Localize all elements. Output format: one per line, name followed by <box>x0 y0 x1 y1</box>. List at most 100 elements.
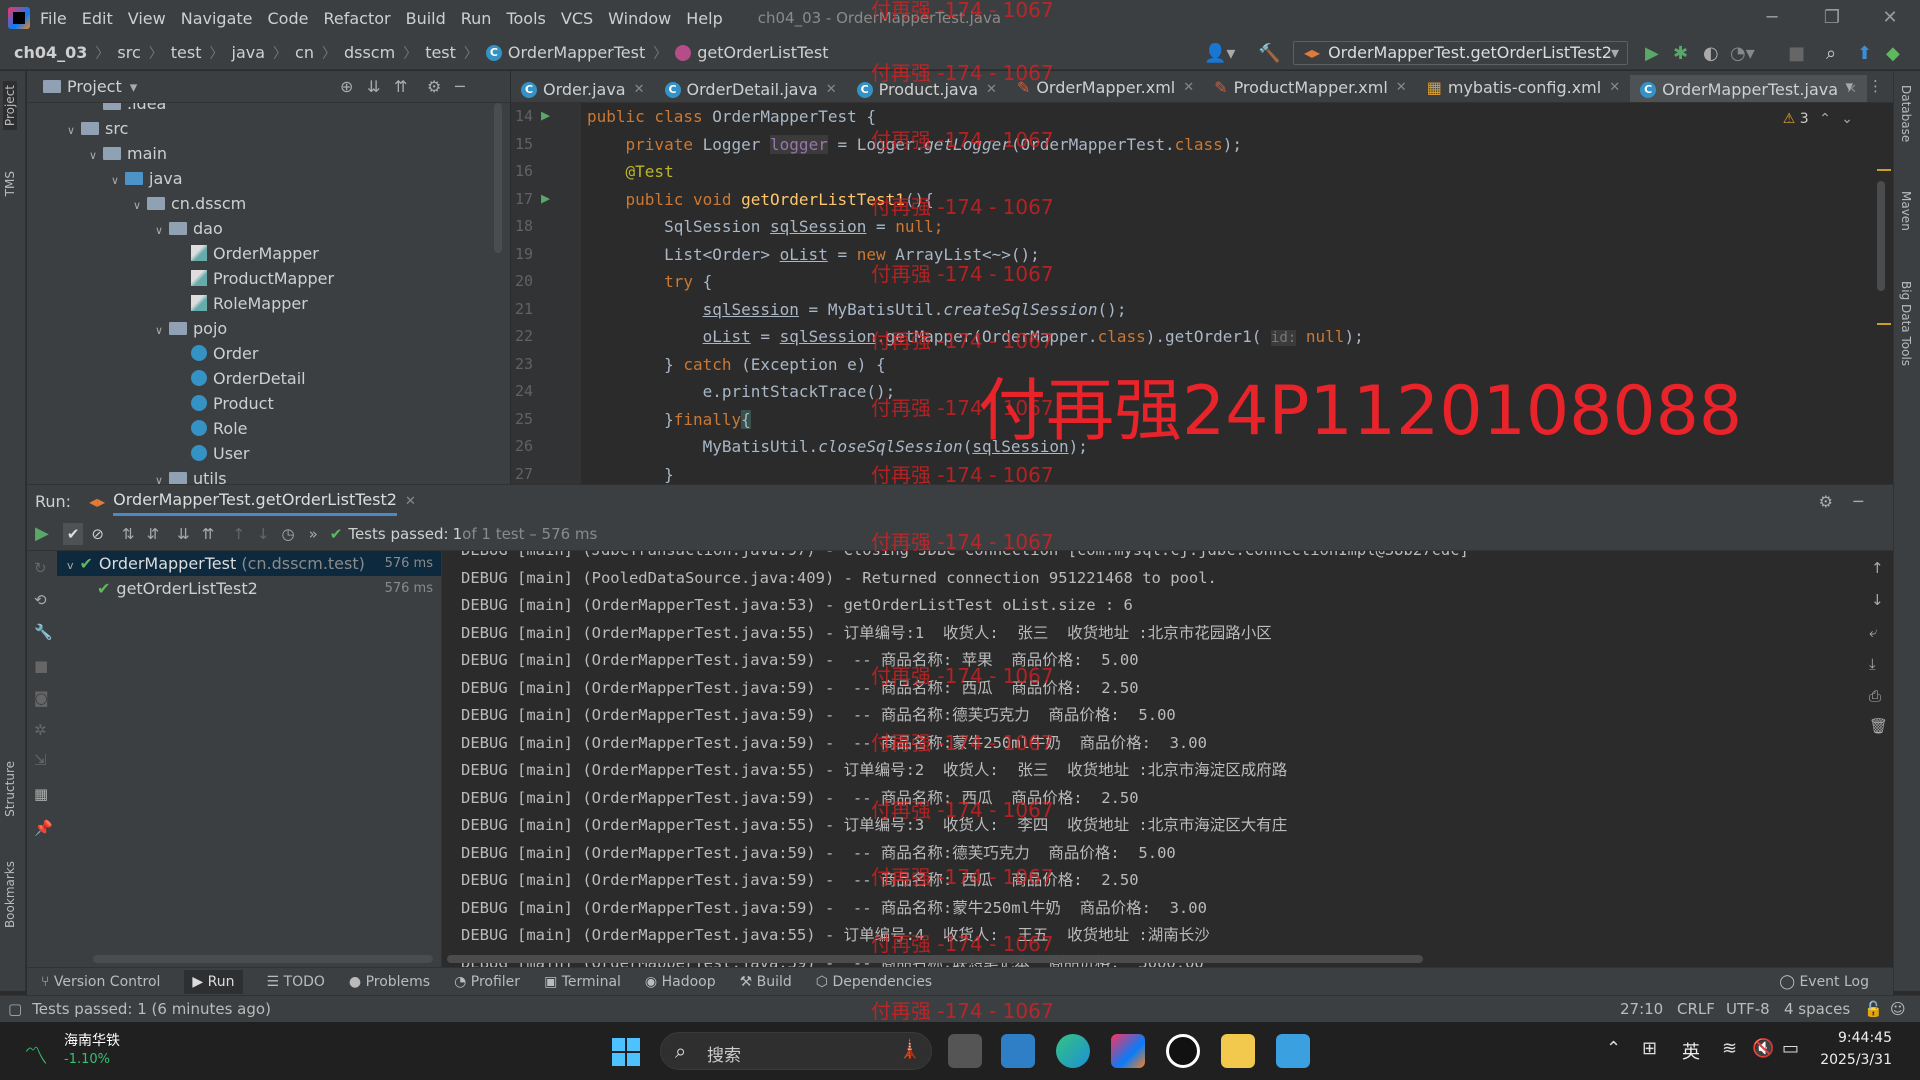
expand-all-icon[interactable]: ⇊ <box>367 77 380 96</box>
taskbar-search-input[interactable]: ⌕ 搜索 🗼 <box>660 1032 932 1070</box>
hammer-build-icon[interactable]: 🔨 <box>1258 43 1280 64</box>
tree-item[interactable]: ∨ main <box>89 141 167 166</box>
show-ignored-icon[interactable]: ⊘ <box>91 525 104 543</box>
lock-icon[interactable]: 🔓 <box>1864 1000 1883 1018</box>
tab-orderdetail-java[interactable]: C OrderDetail.java ✕ <box>655 74 847 103</box>
trash-icon[interactable]: 🗑 <box>1869 717 1888 735</box>
chevron-down-icon[interactable]: ∨ <box>111 168 125 193</box>
wifi-icon[interactable]: ≋ <box>1722 1038 1737 1059</box>
run-icon[interactable]: ▶ <box>1645 43 1659 64</box>
expand-all-icon[interactable]: ⇊ <box>177 525 190 543</box>
stock-widget-icon[interactable]: 〽 <box>24 1036 48 1071</box>
menu-run[interactable]: Run <box>461 9 492 28</box>
maven-tool-tab[interactable]: Maven <box>1899 191 1913 231</box>
chevron-up-icon[interactable]: ⌃ <box>1819 111 1831 127</box>
speaker-mute-icon[interactable]: 🔇 <box>1752 1038 1774 1059</box>
console-h-scrollbar[interactable] <box>447 955 1423 963</box>
menu-file[interactable]: File <box>40 9 67 28</box>
tab-ordermapper-xml[interactable]: ✎ OrderMapper.xml ✕ <box>1007 71 1204 102</box>
menu-edit[interactable]: Edit <box>82 9 113 28</box>
sort-alpha-icon[interactable]: ⇅ <box>122 525 135 543</box>
indent-setting[interactable]: 4 spaces <box>1784 1000 1850 1018</box>
update-icon[interactable]: ⬆ <box>1857 43 1872 64</box>
tree-item[interactable]: Role <box>177 416 247 441</box>
tab-ordermappertest-java[interactable]: C OrderMapperTest.java ✕ <box>1630 75 1867 102</box>
chevron-down-icon[interactable]: ∨ <box>89 143 103 168</box>
clock-time[interactable]: 9:44:45 <box>1838 1030 1892 1046</box>
menu-navigate[interactable]: Navigate <box>181 9 253 28</box>
menu-tools[interactable]: Tools <box>506 9 545 28</box>
wrench-icon[interactable]: 🔧 <box>34 623 53 641</box>
menu-refactor[interactable]: Refactor <box>323 9 390 28</box>
tab-order-java[interactable]: C Order.java ✕ <box>511 74 655 103</box>
tab-dependencies[interactable]: ⬡ Dependencies <box>816 974 932 990</box>
event-log-button[interactable]: ◯ Event Log <box>1779 974 1869 990</box>
exit-icon[interactable]: ⇲ <box>34 751 47 769</box>
coverage-icon[interactable]: ◐ <box>1703 43 1719 64</box>
bigdata-tool-tab[interactable]: Big Data Tools <box>1899 281 1913 366</box>
tab-problems[interactable]: ● Problems <box>349 974 430 990</box>
windows-start-icon[interactable] <box>612 1038 640 1066</box>
run-gutter-icon[interactable]: ▶ <box>541 189 550 207</box>
notepad-icon[interactable] <box>1276 1034 1310 1068</box>
more-icon[interactable]: » <box>309 525 318 543</box>
soft-wrap-icon[interactable]: ⤶ <box>1869 623 1877 641</box>
close-icon[interactable]: ✕ <box>1609 80 1620 95</box>
warning-marker[interactable] <box>1877 169 1891 171</box>
tree-item[interactable]: ∨ java <box>111 166 183 191</box>
tab-product-java[interactable]: C Product.java ✕ <box>847 74 1007 103</box>
chevron-down-icon[interactable]: ∨ <box>133 193 147 218</box>
tree-item[interactable]: ∨ dao <box>155 216 223 241</box>
camera-icon[interactable]: ◙ <box>34 689 49 707</box>
test-suite-row[interactable]: v ✔ OrderMapperTest (cn.dsscm.test) <box>67 551 365 576</box>
scroll-up-icon[interactable]: ↑ <box>1871 559 1884 577</box>
more-icon[interactable]: ⋮ <box>1868 77 1883 95</box>
edge-icon[interactable] <box>1056 1034 1090 1068</box>
run-tab[interactable]: OrderMapperTest.getOrderListTest2 <box>113 486 397 516</box>
close-icon[interactable]: ✕ <box>826 82 837 97</box>
stop-icon[interactable]: ■ <box>1788 43 1805 64</box>
chevron-down-icon[interactable]: ▾ <box>130 78 138 96</box>
clock-date[interactable]: 2025/3/31 <box>1820 1052 1892 1068</box>
caret-position[interactable]: 27:10 <box>1620 1000 1663 1018</box>
rerun-failed-icon[interactable]: ↻ <box>34 559 47 577</box>
breadcrumb-dsscm[interactable]: dsscm <box>344 43 395 62</box>
tree-item[interactable]: ∨ src <box>67 116 128 141</box>
layout-icon[interactable]: ▦ <box>34 785 48 803</box>
sort-duration-icon[interactable]: ⇵ <box>147 525 160 543</box>
project-panel-title[interactable]: Project <box>67 77 122 96</box>
chevron-down-icon[interactable]: ▾ <box>1845 77 1853 95</box>
history-icon[interactable]: ◷ <box>281 525 294 543</box>
pin-tray-icon[interactable]: ⊞ <box>1642 1038 1657 1059</box>
run-gutter-icon[interactable]: ▶ <box>541 106 550 124</box>
ime-indicator[interactable]: 英 <box>1682 1038 1700 1064</box>
close-icon[interactable]: ✕ <box>405 494 416 509</box>
settings-icon[interactable]: ✲ <box>34 721 47 739</box>
tree-item[interactable]: ∨ utils <box>155 466 227 484</box>
chevron-down-icon[interactable]: ∨ <box>67 118 81 143</box>
tab-terminal[interactable]: ▣ Terminal <box>544 974 621 990</box>
collapse-all-icon[interactable]: ⇈ <box>202 525 215 543</box>
menu-help[interactable]: Help <box>686 9 722 28</box>
bookmarks-tool-tab[interactable]: Bookmarks <box>3 861 17 928</box>
status-message[interactable]: Tests passed: 1 (6 minutes ago) <box>32 1000 271 1018</box>
hide-panel-icon[interactable]: ─ <box>1853 492 1863 511</box>
battery-icon[interactable]: ▭ <box>1782 1038 1799 1059</box>
tree-item[interactable]: ∨ pojo <box>155 316 227 341</box>
scroll-down-icon[interactable]: ↓ <box>1871 591 1884 609</box>
breadcrumb-cn[interactable]: cn <box>295 43 314 62</box>
project-scrollbar[interactable] <box>494 103 502 253</box>
tree-item[interactable]: Order <box>177 341 258 366</box>
tms-tool-tab[interactable]: TMS <box>3 171 17 196</box>
user-icon[interactable]: 👤▾ <box>1204 43 1235 64</box>
test-tree-scrollbar[interactable] <box>93 955 433 963</box>
tree-item[interactable]: OrderMapper <box>177 241 319 266</box>
structure-tool-tab[interactable]: Structure <box>3 761 17 817</box>
show-passed-icon[interactable]: ✔ <box>62 522 84 545</box>
layout-toggle-icon[interactable]: ▢ <box>8 1000 22 1018</box>
breadcrumb-src[interactable]: src <box>117 43 140 62</box>
close-icon[interactable]: ✕ <box>1183 80 1194 95</box>
menu-vcs[interactable]: VCS <box>561 9 593 28</box>
intellij-icon[interactable] <box>1111 1034 1145 1068</box>
task-view-icon[interactable] <box>948 1034 982 1068</box>
